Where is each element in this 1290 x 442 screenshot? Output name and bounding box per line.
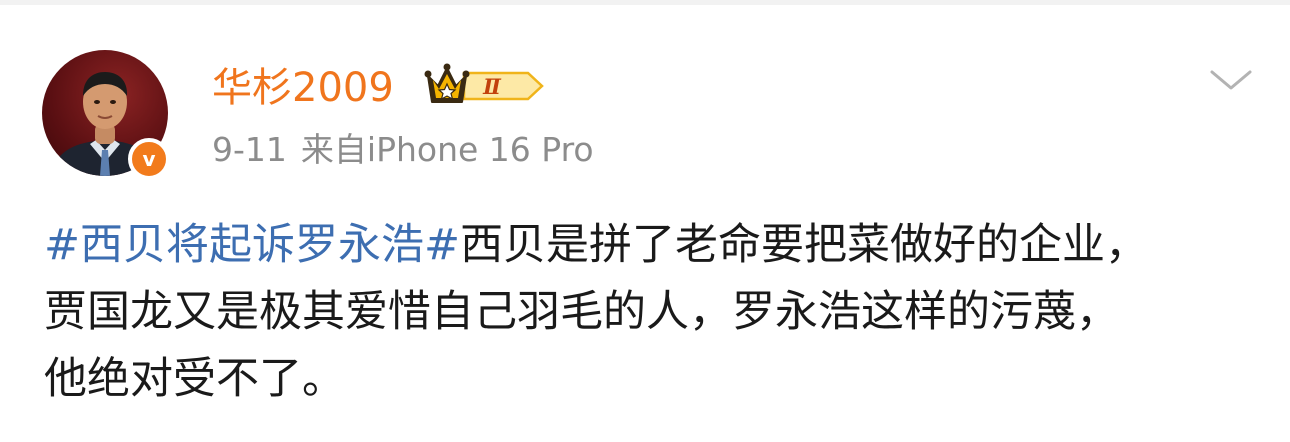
verified-v-icon: v	[128, 138, 170, 180]
username[interactable]: 华杉2009	[212, 62, 394, 114]
post-body: #西贝将起诉罗永浩#西贝是拼了老命要把菜做好的企业， 贾国龙又是极其爱惜自己羽毛…	[44, 212, 1254, 413]
post-body-line-3: 他绝对受不了。	[44, 354, 345, 404]
post-source: 来自iPhone 16 Pro	[300, 130, 594, 169]
post-time: 9-11	[212, 130, 287, 169]
chevron-down-icon[interactable]	[1208, 66, 1254, 94]
post-body-line-1: #西贝将起诉罗永浩#西贝是拼了老命要把菜做好的企业，	[44, 212, 1254, 279]
post-body-line-2: 贾国龙又是极其爱惜自己羽毛的人，罗永浩这样的污蔑，	[44, 287, 1119, 337]
hashtag-link[interactable]: #西贝将起诉罗永浩#	[44, 220, 460, 270]
crown-level-badge-icon[interactable]: Ⅱ	[424, 62, 546, 110]
post-meta: 9-11 来自iPhone 16 Pro	[212, 128, 594, 172]
level-badge-label: Ⅱ	[482, 74, 502, 99]
top-divider-strip	[0, 0, 1290, 5]
post-text-1: 西贝是拼了老命要把菜做好的企业，	[460, 220, 1149, 270]
